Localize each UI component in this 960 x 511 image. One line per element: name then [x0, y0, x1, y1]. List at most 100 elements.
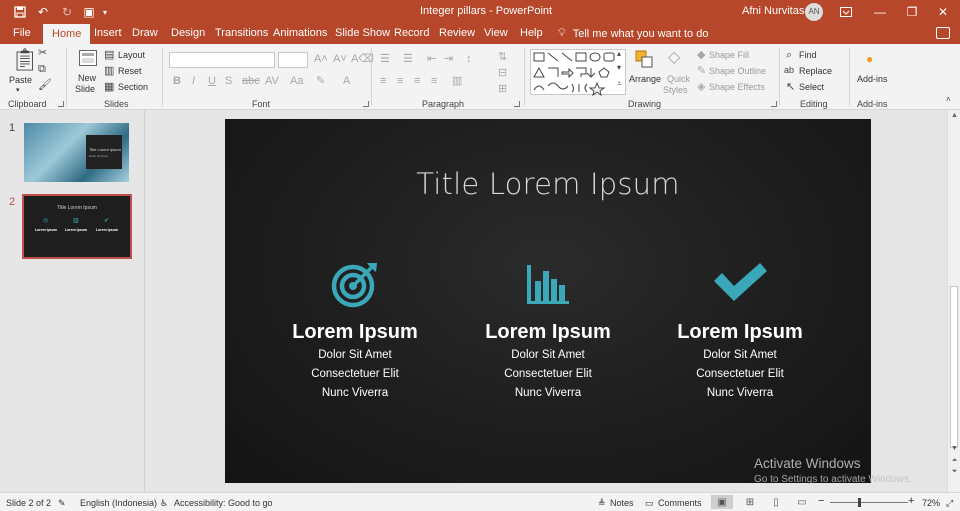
- align-left-icon[interactable]: ≡: [380, 76, 386, 87]
- slide-canvas[interactable]: Title Lorem Ipsum Lorem Ipsum Dolor Sit …: [225, 119, 871, 483]
- avatar[interactable]: AN: [805, 3, 823, 21]
- numbering-icon[interactable]: ☰: [403, 54, 413, 65]
- decrease-indent-icon[interactable]: ⇤: [427, 54, 436, 65]
- slide-count[interactable]: Slide 2 of 2: [6, 498, 51, 508]
- select-button[interactable]: Select: [799, 82, 824, 92]
- redo-icon[interactable]: ↻: [60, 4, 74, 20]
- normal-view-icon[interactable]: ▣: [711, 495, 733, 509]
- tab-file[interactable]: File: [13, 27, 31, 39]
- zoom-in-icon[interactable]: +: [908, 495, 914, 507]
- present-from-beginning-icon[interactable]: ▣: [80, 4, 98, 20]
- highlight-icon[interactable]: ✎: [316, 76, 325, 87]
- justify-icon[interactable]: ≡: [431, 76, 437, 87]
- language-indicator[interactable]: English (Indonesia): [80, 498, 157, 508]
- quick-styles-button[interactable]: Quick: [667, 74, 690, 84]
- tab-draw[interactable]: Draw: [132, 27, 158, 39]
- bold-icon[interactable]: B: [173, 76, 181, 87]
- paste-icon[interactable]: 📋︎: [11, 49, 39, 71]
- collapse-ribbon-icon[interactable]: ˄: [946, 96, 951, 104]
- font-color-icon[interactable]: A: [343, 76, 350, 87]
- columns-icon[interactable]: ▥: [452, 76, 462, 87]
- vertical-scrollbar[interactable]: ▲ ▼ ⏶ ⏷: [947, 110, 960, 492]
- save-icon[interactable]: [12, 4, 28, 20]
- tab-slide-show[interactable]: Slide Show: [335, 27, 390, 39]
- pillar-2[interactable]: Lorem Ipsum Dolor Sit Amet Consectetuer …: [458, 259, 638, 399]
- paste-dropdown-icon[interactable]: ▾: [16, 86, 20, 94]
- align-right-icon[interactable]: ≡: [414, 76, 420, 87]
- font-size-combo[interactable]: [278, 52, 308, 68]
- copy-icon[interactable]: ⧉: [38, 64, 46, 75]
- bullets-icon[interactable]: ☰: [380, 54, 390, 65]
- clipboard-launcher-icon[interactable]: [58, 101, 64, 107]
- tab-view[interactable]: View: [484, 27, 508, 39]
- scroll-down-icon[interactable]: ▼: [950, 445, 959, 452]
- fit-slide-icon[interactable]: ⤢: [946, 498, 953, 509]
- smartart-icon[interactable]: ⊞: [498, 84, 507, 95]
- slide-show-view-icon[interactable]: ▭: [791, 495, 813, 509]
- text-direction-icon[interactable]: ⇅: [498, 52, 507, 63]
- tab-review[interactable]: Review: [439, 27, 475, 39]
- slide-sorter-view-icon[interactable]: ⊞: [739, 495, 761, 509]
- customize-quick-access-icon[interactable]: ▾: [100, 4, 110, 20]
- add-ins-button[interactable]: Add-ins: [857, 74, 888, 84]
- align-text-icon[interactable]: ⊟: [498, 68, 507, 79]
- comments-button[interactable]: Comments: [658, 498, 702, 508]
- shadow-icon[interactable]: S: [225, 76, 232, 87]
- shapes-more-icon[interactable]: ⩡: [617, 80, 622, 88]
- new-slide-button-label-2[interactable]: Slide: [75, 84, 95, 94]
- format-painter-icon[interactable]: 🖌︎: [38, 80, 52, 91]
- italic-icon[interactable]: I: [192, 76, 195, 87]
- slide-thumbnail-1[interactable]: Title Lorem Ipsum Dolor Sit Amet: [24, 123, 129, 182]
- scroll-up-icon[interactable]: ▲: [950, 112, 959, 119]
- notes-button[interactable]: Notes: [610, 498, 634, 508]
- slide-thumbnail-2[interactable]: Title Lorem Ipsum ◎ ▥ ✔ Lorem Ipsum Lore…: [22, 194, 132, 259]
- shapes-scroll-up-icon[interactable]: ▴: [617, 50, 621, 58]
- scrollbar-thumb[interactable]: [950, 286, 958, 448]
- layout-button[interactable]: Layout: [118, 50, 145, 60]
- line-spacing-icon[interactable]: ↕: [466, 54, 472, 65]
- pillar-1[interactable]: Lorem Ipsum Dolor Sit Amet Consectetuer …: [265, 259, 445, 399]
- tab-help[interactable]: Help: [520, 27, 543, 39]
- paste-button[interactable]: Paste: [9, 75, 32, 85]
- shape-fill-button[interactable]: Shape Fill: [709, 50, 749, 60]
- shapes-scroll-down-icon[interactable]: ▾: [617, 64, 621, 72]
- new-slide-button[interactable]: New: [78, 73, 96, 83]
- align-center-icon[interactable]: ≡: [397, 76, 403, 87]
- new-slide-icon[interactable]: [79, 50, 97, 69]
- tab-design[interactable]: Design: [171, 27, 205, 39]
- find-button[interactable]: Find: [799, 50, 817, 60]
- drawing-launcher-icon[interactable]: [771, 101, 777, 107]
- quick-styles-button-label-2[interactable]: Styles: [663, 85, 688, 95]
- change-case-icon[interactable]: Aa: [290, 76, 303, 87]
- replace-button[interactable]: Replace: [799, 66, 832, 76]
- arrange-button[interactable]: Arrange: [629, 74, 661, 84]
- restore-icon[interactable]: ❐: [895, 0, 929, 24]
- tab-animations[interactable]: Animations: [273, 27, 327, 39]
- tab-transitions[interactable]: Transitions: [215, 27, 268, 39]
- close-icon[interactable]: ✕: [926, 0, 960, 24]
- pillar-3[interactable]: Lorem Ipsum Dolor Sit Amet Consectetuer …: [650, 259, 830, 399]
- shapes-gallery[interactable]: [530, 49, 626, 97]
- section-button[interactable]: Section: [118, 82, 148, 92]
- reading-view-icon[interactable]: ▯: [765, 495, 787, 509]
- minimize-icon[interactable]: —: [863, 0, 897, 24]
- shape-outline-button[interactable]: Shape Outline: [709, 66, 766, 76]
- underline-icon[interactable]: U: [208, 76, 216, 87]
- strikethrough-icon[interactable]: abc: [242, 76, 260, 87]
- zoom-out-icon[interactable]: −: [818, 495, 824, 507]
- undo-icon[interactable]: ↶: [34, 4, 52, 20]
- comments-icon[interactable]: [936, 27, 950, 39]
- next-slide-icon[interactable]: ⏷: [950, 468, 959, 476]
- decrease-font-size-icon[interactable]: A˅: [333, 54, 347, 65]
- reset-button[interactable]: Reset: [118, 66, 142, 76]
- increase-font-size-icon[interactable]: A˄: [314, 54, 328, 65]
- cut-icon[interactable]: ✂: [38, 48, 47, 59]
- slide-title[interactable]: Title Lorem Ipsum: [225, 167, 871, 201]
- shape-effects-button[interactable]: Shape Effects: [709, 82, 765, 92]
- tab-home[interactable]: Home: [43, 24, 91, 46]
- tell-me-search[interactable]: 💡︎ Tell me what you want to do: [558, 27, 708, 40]
- tab-record[interactable]: Record: [394, 27, 429, 39]
- zoom-slider[interactable]: [830, 502, 908, 503]
- zoom-level[interactable]: 72%: [922, 498, 940, 508]
- increase-indent-icon[interactable]: ⇥: [444, 54, 453, 65]
